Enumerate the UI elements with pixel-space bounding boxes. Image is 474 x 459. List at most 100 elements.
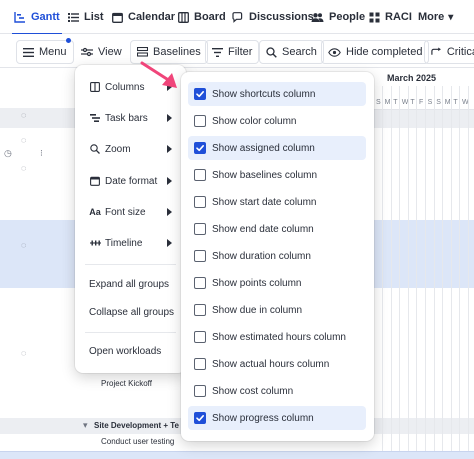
timeline-day-label: S <box>436 99 441 106</box>
critical-path-button[interactable]: Critica <box>424 40 474 64</box>
timeline-grid-line <box>390 86 392 459</box>
critical-label: Critica <box>446 46 474 58</box>
column-option-estimated-hours[interactable]: Show estimated hours column <box>188 325 366 349</box>
menu-label: Menu <box>39 46 67 58</box>
menu-item-label: Task bars <box>105 112 148 124</box>
column-option-label: Show start date column <box>212 196 317 208</box>
column-option-label: Show duration column <box>212 250 311 262</box>
task-name[interactable]: Project Kickoff <box>101 379 152 388</box>
timeline-grid-line <box>416 86 418 459</box>
timeline-month: March 2025 <box>387 73 437 83</box>
column-option-actual-hours[interactable]: Show actual hours column <box>188 352 366 376</box>
date-format-icon <box>89 176 101 186</box>
checkbox[interactable] <box>194 169 206 181</box>
checkbox[interactable] <box>194 358 206 370</box>
column-option-label: Show progress column <box>212 412 314 424</box>
timeline-grid-line <box>382 86 383 459</box>
submenu-arrow-icon <box>167 239 172 247</box>
tab-raci[interactable]: RACI <box>369 0 412 34</box>
menu-item-open-workloads[interactable]: Open workloads <box>75 340 186 362</box>
timeline-grid-line <box>450 86 452 459</box>
column-option-label: Show assigned column <box>212 142 315 154</box>
board-icon <box>178 11 189 23</box>
tab-label: More <box>418 11 445 23</box>
tab-gantt[interactable]: Gantt <box>12 0 62 35</box>
clock-icon: ◷ <box>4 148 12 158</box>
checkmark-icon <box>196 415 204 422</box>
tab-board[interactable]: Board <box>178 0 226 34</box>
view-menu: Columns Task bars Zoom Date format Aa Fo… <box>75 65 186 373</box>
timeline-day-label: F <box>419 99 424 106</box>
subtask-icon: ⁝ <box>40 148 43 158</box>
timeline-grid-line <box>399 86 401 459</box>
hide-completed-button[interactable]: Hide completed <box>321 40 430 64</box>
column-option-start-date[interactable]: Show start date column <box>188 190 366 214</box>
hamburger-icon <box>23 47 34 57</box>
tab-discussions[interactable]: Discussions <box>232 0 314 34</box>
view-button[interactable]: View <box>75 40 128 64</box>
column-option-duration[interactable]: Show duration column <box>188 244 366 268</box>
toolbar: Menu View Baselines Filter Search Hide c… <box>0 34 474 68</box>
timeline-day-label: M <box>444 99 451 106</box>
menu-item-collapse-all-groups[interactable]: Collapse all groups <box>75 301 186 323</box>
group-name[interactable]: Site Development + Te <box>94 421 179 430</box>
menu-item-label: Columns <box>105 81 145 93</box>
submenu-arrow-icon <box>167 114 172 122</box>
menu-item-label: Timeline <box>105 237 143 249</box>
checkbox[interactable] <box>194 412 206 424</box>
tab-label: Gantt <box>31 11 60 23</box>
column-option-label: Show color column <box>212 115 297 127</box>
timeline-grid-line <box>433 86 435 459</box>
filter-icon <box>212 47 223 57</box>
zoom-icon <box>89 144 101 154</box>
column-option-progress[interactable]: Show progress column <box>188 406 366 430</box>
submenu-arrow-icon <box>167 145 172 153</box>
menu-item-label: Collapse all groups <box>89 306 175 318</box>
checkbox[interactable] <box>194 88 206 100</box>
tab-more[interactable]: More ▾ <box>418 0 453 34</box>
checkbox[interactable] <box>194 331 206 343</box>
filter-button[interactable]: Filter <box>205 40 260 64</box>
checkbox[interactable] <box>194 223 206 235</box>
column-option-label: Show points column <box>212 277 302 289</box>
tab-label: People <box>329 11 366 23</box>
checkbox[interactable] <box>194 277 206 289</box>
tab-people[interactable]: People <box>311 0 365 34</box>
column-option-label: Show cost column <box>212 385 294 397</box>
column-option-cost[interactable]: Show cost column <box>188 379 366 403</box>
discussions-icon <box>232 11 243 23</box>
column-option-points[interactable]: Show points column <box>188 271 366 295</box>
checkbox[interactable] <box>194 385 206 397</box>
menu-button[interactable]: Menu <box>16 40 74 64</box>
menu-item-label: Zoom <box>105 143 131 155</box>
baselines-label: Baselines <box>153 46 201 58</box>
chevron-down-icon: ▾ <box>448 11 454 23</box>
timeline-grid-line <box>425 86 426 459</box>
timeline-grid-line <box>468 86 469 459</box>
checkbox[interactable] <box>194 250 206 262</box>
timeline-day-label: T <box>410 99 415 106</box>
menu-divider <box>85 264 176 265</box>
menu-item-expand-all-groups[interactable]: Expand all groups <box>75 273 186 295</box>
checkbox[interactable] <box>194 196 206 208</box>
column-option-baselines[interactable]: Show baselines column <box>188 163 366 187</box>
menu-item-label: Font size <box>105 206 146 218</box>
collapse-triangle-icon[interactable]: ▾ <box>83 420 88 431</box>
task-name[interactable]: Conduct user testing <box>101 437 174 446</box>
comment-icon: ◌ <box>21 240 27 250</box>
column-option-end-date[interactable]: Show end date column <box>188 217 366 241</box>
font-size-icon: Aa <box>89 207 101 217</box>
column-option-assigned[interactable]: Show assigned column <box>188 136 366 160</box>
view-active-dot <box>66 38 71 43</box>
column-option-due-in[interactable]: Show due in column <box>188 298 366 322</box>
column-option-shortcuts[interactable]: Show shortcuts column <box>188 82 366 106</box>
checkbox[interactable] <box>194 115 206 127</box>
checkbox[interactable] <box>194 304 206 316</box>
list-icon <box>68 12 79 22</box>
search-button[interactable]: Search <box>259 40 324 64</box>
tab-list[interactable]: List <box>68 0 104 34</box>
comment-icon: ◌ <box>21 348 27 358</box>
tab-calendar[interactable]: Calendar <box>112 0 175 34</box>
checkbox[interactable] <box>194 142 206 154</box>
column-option-color[interactable]: Show color column <box>188 109 366 133</box>
